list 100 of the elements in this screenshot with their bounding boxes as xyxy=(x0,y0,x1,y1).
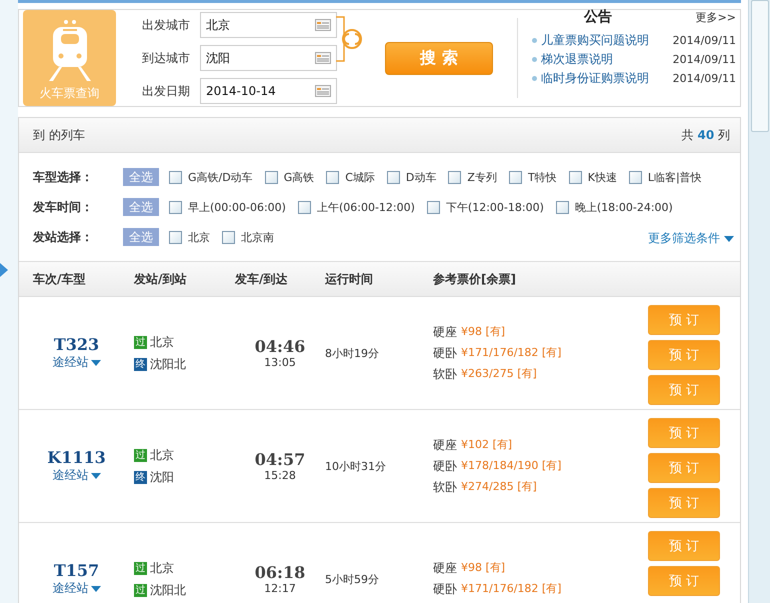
column-header: 车次/车型 xyxy=(33,270,86,288)
option-label: C城际 xyxy=(345,170,375,184)
input-field[interactable]: 沈阳 xyxy=(200,45,337,71)
stops-link[interactable]: 途经站 xyxy=(52,467,100,484)
bullet-icon xyxy=(532,57,537,62)
caret-icon xyxy=(90,360,100,366)
column-header: 发车/到达 xyxy=(235,270,288,288)
notice-link[interactable]: 梯次退票说明 xyxy=(541,51,613,68)
scrollbar-thumb[interactable] xyxy=(751,0,769,132)
link-text: 途经站 xyxy=(52,354,88,371)
travel-duration: 10小时31分 xyxy=(325,458,387,474)
checkbox[interactable] xyxy=(298,200,311,214)
checkbox[interactable] xyxy=(169,170,182,184)
station-name: 北京 xyxy=(150,446,174,464)
option-label: L临客|普快 xyxy=(648,170,702,184)
notice-link[interactable]: 儿童票购买问题说明 xyxy=(541,32,649,49)
departure-time: 06:18 xyxy=(254,563,306,582)
select-all-button[interactable]: 全选 xyxy=(123,168,159,186)
column-header: 运行时间 xyxy=(325,270,374,288)
departure-time: 04:46 xyxy=(254,337,306,356)
field-label: 出发城市 xyxy=(142,16,190,34)
select-all-button[interactable]: 全选 xyxy=(123,198,159,216)
calendar-icon[interactable] xyxy=(315,85,331,97)
scrollbar[interactable] xyxy=(748,0,770,603)
option-label: 下午(12:00-18:00) xyxy=(446,200,544,214)
option-label: 北京南 xyxy=(241,230,274,244)
travel-duration: 8小时19分 xyxy=(325,346,380,360)
filter-label: 发车时间： xyxy=(33,198,94,216)
station-name: 北京 xyxy=(150,334,174,350)
results-count: 共 40 列 xyxy=(682,126,730,144)
option-label: D动车 xyxy=(406,170,436,184)
caret-icon xyxy=(724,236,734,242)
seat-type: 软卧 xyxy=(433,478,457,496)
calendar-icon[interactable] xyxy=(315,19,331,31)
station-name: 沈阳 xyxy=(150,468,174,486)
ticket-price: ¥171/176/182 [有] xyxy=(461,581,562,597)
checkbox[interactable] xyxy=(448,170,462,184)
stops-link[interactable]: 途经站 xyxy=(52,354,100,371)
checkbox[interactable] xyxy=(556,200,569,214)
train-number[interactable]: T157 xyxy=(54,561,100,580)
departure-time: 04:57 xyxy=(254,450,306,469)
travel-duration: 5小时59分 xyxy=(325,572,380,586)
option-label: T特快 xyxy=(528,170,557,184)
notice-date: 2014/09/11 xyxy=(672,53,736,66)
train-number[interactable]: K1113 xyxy=(47,448,106,467)
input-field[interactable]: 北京 xyxy=(200,12,337,38)
logo-label: 火车票查询 xyxy=(40,85,100,102)
more-filters-link[interactable]: 更多筛选条件 xyxy=(648,230,734,247)
checkbox[interactable] xyxy=(508,170,522,184)
ticket-price: ¥102 [有] xyxy=(461,436,512,452)
arrival-time: 13:05 xyxy=(264,356,296,369)
ticket-price: ¥98 [有] xyxy=(461,324,506,340)
seat-type: 硬座 xyxy=(433,324,457,340)
station-name: 沈阳北 xyxy=(150,582,186,598)
arrow-icon[interactable] xyxy=(0,263,8,277)
stops-link[interactable]: 途经站 xyxy=(52,580,100,597)
calendar-icon[interactable] xyxy=(315,52,331,64)
bullet-icon xyxy=(532,38,537,43)
checkbox[interactable] xyxy=(264,170,278,184)
notice-link[interactable]: 临时身份证购票说明 xyxy=(541,70,649,87)
ticket-price: ¥171/176/182 [有] xyxy=(461,344,562,360)
select-all-button[interactable]: 全选 xyxy=(123,228,159,246)
ticket-price: ¥98 [有] xyxy=(461,560,506,576)
seat-type: 硬座 xyxy=(433,436,457,454)
seat-type: 硬座 xyxy=(433,560,457,577)
more-link[interactable]: 更多>> xyxy=(696,10,736,24)
checkbox[interactable] xyxy=(169,200,182,214)
seat-type: 软卧 xyxy=(433,366,457,382)
link-text: 途经站 xyxy=(52,580,88,597)
notice-title: 公告 xyxy=(584,8,612,26)
checkbox[interactable] xyxy=(222,230,235,244)
station-name: 北京 xyxy=(150,560,174,576)
station-badge: 过 xyxy=(134,562,147,574)
checkbox[interactable] xyxy=(169,230,182,244)
field-label: 到达城市 xyxy=(142,50,190,66)
station-name: 沈阳北 xyxy=(150,356,186,372)
checkbox[interactable] xyxy=(326,170,340,184)
field-label: 出发日期 xyxy=(142,82,190,100)
checkbox[interactable] xyxy=(568,170,582,184)
link-text: 途经站 xyxy=(52,467,88,484)
arrival-time: 12:17 xyxy=(264,582,296,595)
column-header: 发站/到站 xyxy=(134,270,188,288)
train-icon xyxy=(46,19,92,81)
notice-date: 2014/09/11 xyxy=(672,72,736,85)
station-badge: 过 xyxy=(134,448,147,462)
checkbox[interactable] xyxy=(426,200,440,214)
checkbox[interactable] xyxy=(386,170,400,184)
input-field[interactable]: 2014-10-14 xyxy=(200,78,337,104)
arrival-time: 15:28 xyxy=(264,469,296,482)
filter-label: 车型选择： xyxy=(33,168,94,186)
checkbox[interactable] xyxy=(628,170,642,184)
station-badge: 过 xyxy=(134,336,147,348)
option-label: G高铁/D动车 xyxy=(188,170,253,184)
option-label: 北京 xyxy=(188,230,210,244)
ticket-price: ¥178/184/190 [有] xyxy=(461,458,562,474)
train-number[interactable]: T323 xyxy=(54,335,100,354)
caret-icon xyxy=(90,472,100,478)
column-header: 参考票价[余票] xyxy=(433,270,517,288)
bullet-icon xyxy=(532,76,537,81)
seat-type: 硬卧 xyxy=(433,458,457,474)
